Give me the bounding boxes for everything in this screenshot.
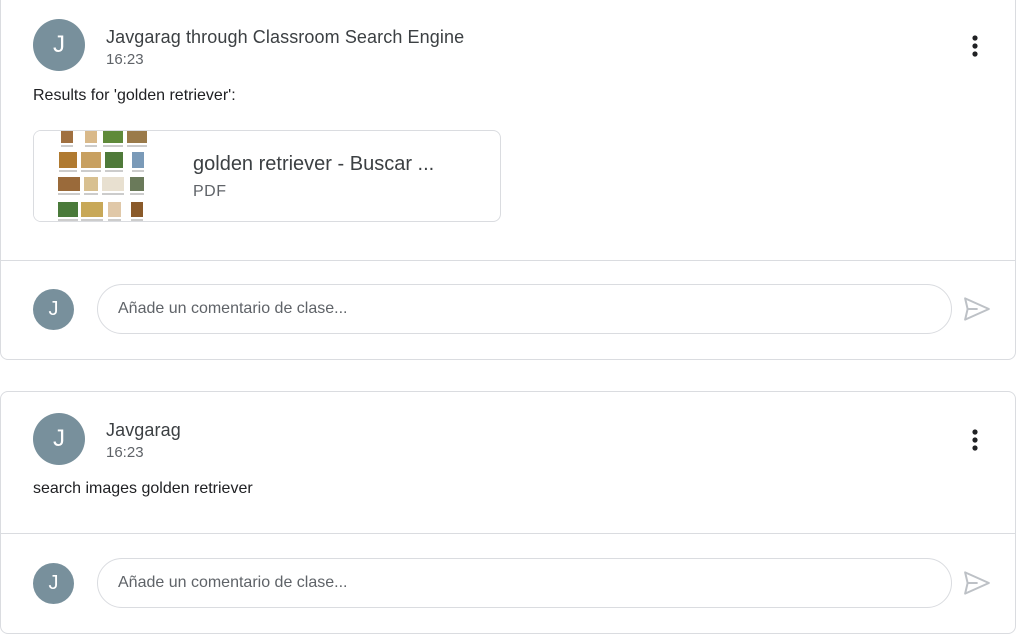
send-icon [964,297,990,321]
stream-post: J Javgarag through Classroom Search Engi… [0,0,1016,360]
post-text: Results for 'golden retriever': [33,87,236,104]
attachment-title: golden retriever - Buscar ... [193,153,435,175]
post-time: 16:23 [106,51,144,68]
avatar-letter: J [53,31,65,58]
class-comment-input[interactable] [97,284,952,334]
attachment-card[interactable]: golden retriever - Buscar ... PDF [33,130,501,222]
attachment-thumbnail [34,131,172,221]
more-options-button[interactable] [963,428,987,452]
post-author: Javgarag through Classroom Search Engine [106,27,465,47]
avatar-letter: J [48,572,59,594]
attachment-type: PDF [193,183,227,200]
author-avatar[interactable]: J [33,413,85,465]
avatar-letter: J [48,298,59,320]
more-vert-icon [972,35,978,57]
more-vert-icon [972,429,978,451]
comment-avatar: J [33,563,74,604]
divider [1,260,1015,261]
send-comment-button[interactable] [962,294,992,324]
class-comment-input[interactable] [97,558,952,608]
image-grid-thumbnail [34,131,172,221]
comment-avatar: J [33,289,74,330]
more-options-button[interactable] [963,34,987,58]
stream-post: J Javgarag 16:23 search images golden re… [0,391,1016,634]
post-time: 16:23 [106,444,144,461]
post-text: search images golden retriever [33,480,253,497]
send-comment-button[interactable] [962,568,992,598]
divider [1,533,1015,534]
post-author: Javgarag [106,420,181,440]
avatar-letter: J [53,425,65,452]
author-avatar[interactable]: J [33,19,85,71]
send-icon [964,571,990,595]
